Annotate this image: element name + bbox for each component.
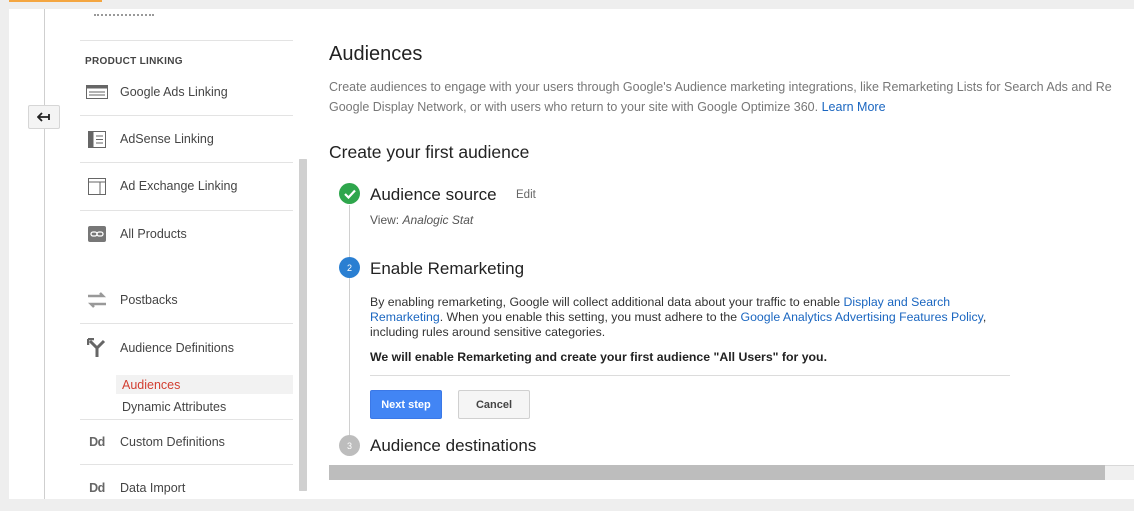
divider	[80, 115, 293, 116]
link-icon	[86, 224, 108, 244]
view-prefix: View:	[370, 213, 400, 227]
sidebar-subitem-audiences[interactable]: Audiences	[116, 375, 293, 394]
remarketing-note: We will enable Remarketing and create yo…	[370, 350, 827, 364]
page-description: Create audiences to engage with your use…	[329, 77, 1134, 117]
advertising-features-policy-link[interactable]: Google Analytics Advertising Features Po…	[741, 310, 983, 324]
main-content: Audiences Create audiences to engage wit…	[329, 9, 1134, 499]
learn-more-link[interactable]: Learn More	[822, 100, 886, 114]
step-title-audience-source: Audience source	[370, 185, 497, 204]
section-title-product-linking: PRODUCT LINKING	[85, 56, 183, 67]
next-step-button[interactable]: Next step	[370, 390, 442, 419]
sidebar-subitem-dynamic-attributes[interactable]: Dynamic Attributes	[116, 397, 293, 416]
sidebar-item-adsense-linking[interactable]: AdSense Linking	[80, 124, 293, 154]
admin-panel: PRODUCT LINKING Google Ads Linking AdSen…	[9, 9, 1134, 499]
back-arrow-icon	[37, 112, 50, 122]
postbacks-icon	[86, 290, 108, 310]
divider	[80, 162, 293, 163]
google-ads-icon	[86, 82, 108, 102]
dd-icon: Dd	[89, 481, 105, 495]
sidebar-item-data-import[interactable]: Dd Data Import	[80, 473, 293, 499]
divider	[80, 419, 293, 420]
adsense-icon	[86, 129, 108, 149]
divider	[80, 210, 293, 211]
sidebar-item-label: Audience Definitions	[120, 341, 234, 355]
sidebar-item-audience-definitions[interactable]: Audience Definitions	[80, 333, 293, 363]
view-info: View: Analogic Stat	[370, 213, 473, 227]
sidebar-item-label: Ad Exchange Linking	[120, 179, 238, 193]
divider	[370, 375, 1010, 376]
sidebar-item-label: Google Ads Linking	[120, 85, 228, 99]
view-value: Analogic Stat	[402, 213, 474, 227]
horizontal-scrollbar-thumb[interactable]	[329, 465, 1105, 480]
sidebar-item-label: All Products	[120, 227, 187, 241]
remarketing-description: By enabling remarketing, Google will col…	[370, 295, 1010, 340]
sidebar-item-google-ads-linking[interactable]: Google Ads Linking	[80, 77, 293, 107]
description-line-2: Google Display Network, or with users wh…	[329, 97, 1134, 117]
clipped-item-above	[94, 12, 204, 20]
ad-exchange-icon	[86, 176, 108, 196]
sidebar-item-label: Custom Definitions	[120, 435, 225, 449]
stepper-line	[349, 205, 350, 435]
sidebar-item-postbacks[interactable]: Postbacks	[80, 285, 293, 315]
divider	[80, 323, 293, 324]
description-line: Create audiences to engage with your use…	[329, 80, 1112, 94]
admin-sidebar: PRODUCT LINKING Google Ads Linking AdSen…	[80, 9, 293, 499]
step-title-audience-destinations: Audience destinations	[370, 436, 537, 455]
body-text: . When you enable this setting, you must…	[439, 310, 741, 324]
sidebar-item-label: Postbacks	[120, 293, 178, 307]
page-title: Audiences	[329, 43, 423, 65]
dd-icon: Dd	[89, 435, 105, 449]
sidebar-item-all-products[interactable]: All Products	[80, 219, 293, 249]
divider	[80, 40, 293, 41]
step-done-badge	[339, 183, 360, 204]
checkmark-icon	[343, 189, 356, 199]
divider	[80, 464, 293, 465]
audience-definitions-icon	[86, 338, 108, 358]
step-title-enable-remarketing: Enable Remarketing	[370, 259, 525, 278]
sidebar-scrollbar-thumb[interactable]	[299, 159, 307, 491]
sidebar-item-label: AdSense Linking	[120, 132, 214, 146]
edit-link[interactable]: Edit	[516, 189, 536, 201]
step-number-badge: 2	[339, 257, 360, 278]
collapse-back-button[interactable]	[28, 105, 60, 129]
sidebar-item-ad-exchange-linking[interactable]: Ad Exchange Linking	[80, 171, 293, 201]
section-subtitle: Create your first audience	[329, 142, 530, 162]
step-number-badge: 3	[339, 435, 360, 456]
body-text: By enabling remarketing, Google will col…	[370, 295, 844, 309]
description-text: Google Display Network, or with users wh…	[329, 100, 819, 114]
cancel-button[interactable]: Cancel	[458, 390, 530, 419]
top-accent-bar	[9, 0, 102, 2]
sidebar-item-label: Data Import	[120, 481, 186, 495]
sidebar-item-custom-definitions[interactable]: Dd Custom Definitions	[80, 427, 293, 457]
rail-divider	[44, 9, 45, 499]
